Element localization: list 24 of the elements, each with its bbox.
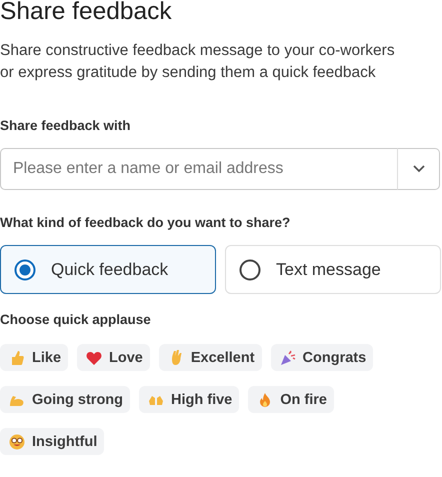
applause-chip[interactable]: Congrats [270, 344, 374, 371]
dropdown-button[interactable] [398, 148, 440, 190]
applause-chip[interactable]: Excellent [158, 344, 262, 371]
radio-option[interactable]: Quick feedback [0, 245, 216, 294]
section-label: Choose quick applause [0, 312, 152, 327]
applause-chip[interactable]: Love [77, 344, 150, 371]
party-popper-icon [280, 350, 296, 366]
radio-icon [14, 258, 36, 280]
recipient-field[interactable]: Please enter a name or email address [0, 148, 398, 190]
thumbs-up-icon [9, 350, 25, 366]
applause-chip[interactable]: On fire [248, 386, 334, 413]
radio-icon [239, 258, 261, 280]
field-label: Share feedback with [0, 118, 132, 133]
chevron-down-icon [412, 165, 424, 173]
applause-chip[interactable]: Going strong [0, 386, 130, 413]
applause-chip[interactable]: High five [139, 386, 240, 413]
question-label: What kind of feedback do you want to share? [0, 215, 292, 230]
glasses-face-icon [9, 434, 25, 450]
applause-chip[interactable]: Like [0, 344, 68, 371]
heart-icon [86, 350, 102, 366]
page-title: Share feedback [0, 0, 173, 27]
description-text: Share constructive feedback message to your co-workers or express gratitude by sending them a quick feedback [0, 41, 396, 82]
radio-option[interactable]: Text message [225, 245, 441, 294]
applause-chip[interactable]: Insightful [0, 428, 104, 455]
